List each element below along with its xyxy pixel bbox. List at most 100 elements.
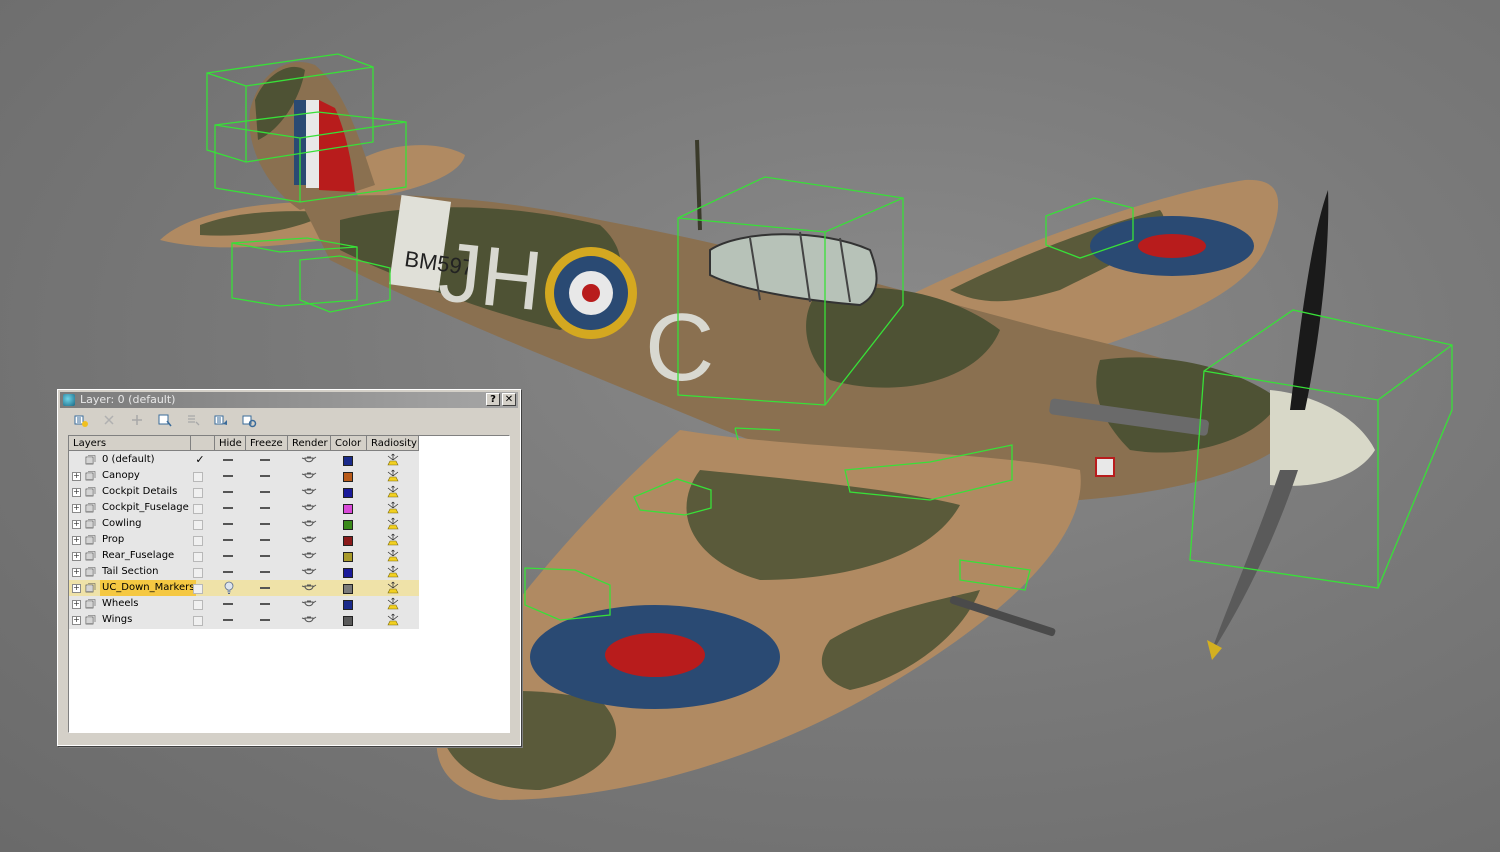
layer-list[interactable]: Layers Hide Freeze Render Color Radiosit…	[68, 435, 510, 733]
expand-layer-icon[interactable]: +	[72, 488, 81, 497]
layer-properties-icon[interactable]	[240, 412, 258, 430]
layer-name[interactable]: Wings	[100, 612, 134, 628]
render-teapot-icon[interactable]	[301, 486, 317, 498]
set-current-checkbox[interactable]	[193, 584, 203, 594]
radiosity-icon[interactable]	[385, 501, 401, 515]
render-teapot-icon[interactable]	[301, 614, 317, 626]
radiosity-icon[interactable]	[385, 597, 401, 611]
set-current-checkbox[interactable]	[193, 552, 203, 562]
layer-color-swatch[interactable]	[343, 616, 353, 626]
dialog-titlebar[interactable]: Layer: 0 (default) ? ✕	[60, 392, 518, 408]
column-color[interactable]: Color	[331, 436, 367, 451]
delete-layer-icon[interactable]	[100, 412, 118, 430]
layer-row[interactable]: 0 (default) ✓	[69, 452, 419, 468]
layer-color-swatch[interactable]	[343, 472, 353, 482]
expand-layer-icon[interactable]: +	[72, 536, 81, 545]
radiosity-icon[interactable]	[385, 565, 401, 579]
expand-layer-icon[interactable]: +	[72, 568, 81, 577]
set-current-checkbox[interactable]	[193, 536, 203, 546]
column-current[interactable]	[191, 436, 215, 451]
layer-name[interactable]: Cockpit_Fuselage	[100, 500, 191, 516]
layer-row[interactable]: + Canopy	[69, 468, 419, 484]
freeze-toggle[interactable]	[260, 459, 270, 461]
add-selection-to-layer-icon[interactable]	[128, 412, 146, 430]
layer-row[interactable]: + Cockpit Details	[69, 484, 419, 500]
help-button[interactable]: ?	[486, 393, 500, 406]
layer-name[interactable]: Prop	[100, 532, 126, 548]
layer-name[interactable]: Wheels	[100, 596, 141, 612]
freeze-toggle[interactable]	[260, 603, 270, 605]
expand-layer-icon[interactable]: +	[72, 520, 81, 529]
render-teapot-icon[interactable]	[301, 534, 317, 546]
layer-color-swatch[interactable]	[343, 568, 353, 578]
render-teapot-icon[interactable]	[301, 454, 317, 466]
layer-row[interactable]: + UC_Down_Markers	[69, 580, 419, 596]
layer-row[interactable]: + Prop	[69, 532, 419, 548]
radiosity-icon[interactable]	[385, 613, 401, 627]
expand-layer-icon[interactable]: +	[72, 616, 81, 625]
layer-color-swatch[interactable]	[343, 600, 353, 610]
select-objects-in-layer-icon[interactable]	[156, 412, 174, 430]
layer-color-swatch[interactable]	[343, 488, 353, 498]
column-hide[interactable]: Hide	[215, 436, 246, 451]
layer-row[interactable]: + Wheels	[69, 596, 419, 612]
render-teapot-icon[interactable]	[301, 566, 317, 578]
freeze-toggle[interactable]	[260, 619, 270, 621]
layer-name[interactable]: 0 (default)	[100, 452, 157, 468]
hidden-bulb-icon[interactable]	[224, 581, 234, 595]
render-teapot-icon[interactable]	[301, 470, 317, 482]
hide-toggle[interactable]	[223, 619, 233, 621]
current-layer-check-icon[interactable]: ✓	[193, 452, 207, 468]
expand-layer-icon[interactable]: +	[72, 472, 81, 481]
radiosity-icon[interactable]	[385, 517, 401, 531]
layer-name[interactable]: Rear_Fuselage	[100, 548, 176, 564]
layer-name[interactable]: Cockpit Details	[100, 484, 179, 500]
layer-color-swatch[interactable]	[343, 536, 353, 546]
hide-freeze-all-layers-icon[interactable]	[212, 412, 230, 430]
hide-toggle[interactable]	[223, 555, 233, 557]
expand-layer-icon[interactable]: +	[72, 552, 81, 561]
column-radiosity[interactable]: Radiosity	[367, 436, 419, 451]
radiosity-icon[interactable]	[385, 469, 401, 483]
freeze-toggle[interactable]	[260, 475, 270, 477]
layer-row[interactable]: + Wings	[69, 612, 419, 628]
freeze-toggle[interactable]	[260, 523, 270, 525]
render-teapot-icon[interactable]	[301, 598, 317, 610]
set-current-checkbox[interactable]	[193, 616, 203, 626]
hide-toggle[interactable]	[223, 491, 233, 493]
set-current-checkbox[interactable]	[193, 488, 203, 498]
render-teapot-icon[interactable]	[301, 518, 317, 530]
freeze-toggle[interactable]	[260, 491, 270, 493]
highlight-selected-layer-icon[interactable]	[184, 412, 202, 430]
layer-color-swatch[interactable]	[343, 584, 353, 594]
freeze-toggle[interactable]	[260, 571, 270, 573]
layer-color-swatch[interactable]	[343, 552, 353, 562]
expand-layer-icon[interactable]: +	[72, 584, 81, 593]
hide-toggle[interactable]	[223, 603, 233, 605]
layer-name[interactable]: Tail Section	[100, 564, 160, 580]
hide-toggle[interactable]	[223, 507, 233, 509]
render-teapot-icon[interactable]	[301, 502, 317, 514]
freeze-toggle[interactable]	[260, 539, 270, 541]
layer-color-swatch[interactable]	[343, 520, 353, 530]
radiosity-icon[interactable]	[385, 485, 401, 499]
freeze-toggle[interactable]	[260, 507, 270, 509]
set-current-checkbox[interactable]	[193, 504, 203, 514]
set-current-checkbox[interactable]	[193, 600, 203, 610]
layer-name[interactable]: Canopy	[100, 468, 142, 484]
layer-row[interactable]: + Cowling	[69, 516, 419, 532]
layer-color-swatch[interactable]	[343, 456, 353, 466]
layer-row[interactable]: + Rear_Fuselage	[69, 548, 419, 564]
hide-toggle[interactable]	[223, 523, 233, 525]
layer-manager-dialog[interactable]: Layer: 0 (default) ? ✕ Layers Hide Freez…	[57, 389, 521, 746]
hide-toggle[interactable]	[223, 539, 233, 541]
hide-toggle[interactable]	[223, 459, 233, 461]
hide-toggle[interactable]	[223, 571, 233, 573]
column-render[interactable]: Render	[288, 436, 331, 451]
radiosity-icon[interactable]	[385, 549, 401, 563]
radiosity-icon[interactable]	[385, 581, 401, 595]
expand-layer-icon[interactable]: +	[72, 504, 81, 513]
create-new-layer-icon[interactable]	[72, 412, 90, 430]
set-current-checkbox[interactable]	[193, 520, 203, 530]
radiosity-icon[interactable]	[385, 533, 401, 547]
